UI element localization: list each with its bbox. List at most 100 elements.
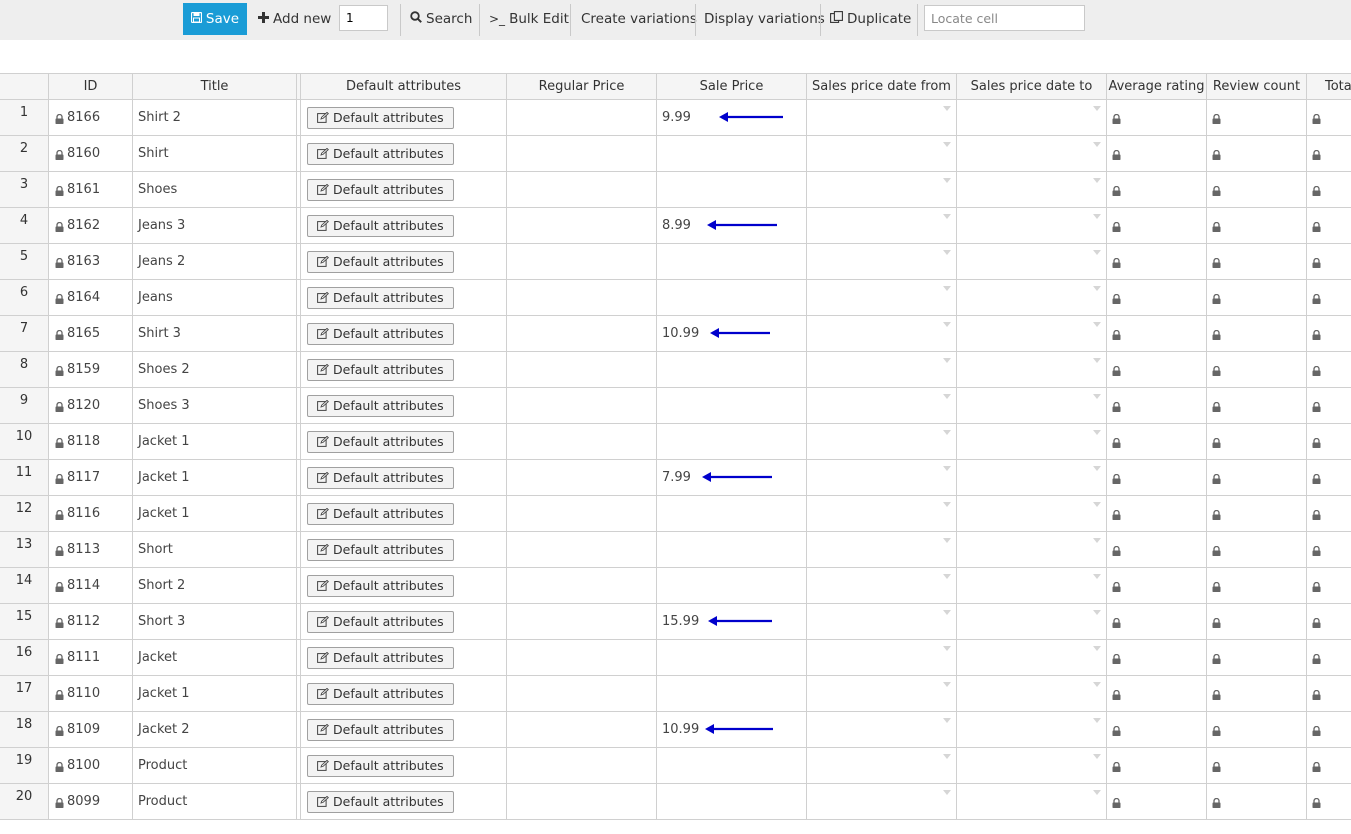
- caret-down-icon[interactable]: [1093, 790, 1101, 795]
- date-from-cell[interactable]: [807, 280, 957, 316]
- save-button[interactable]: Save: [183, 3, 247, 35]
- regular-price-cell[interactable]: [507, 136, 657, 172]
- caret-down-icon[interactable]: [943, 142, 951, 147]
- default-attributes-button[interactable]: Default attributes: [307, 718, 454, 741]
- caret-down-icon[interactable]: [1093, 250, 1101, 255]
- column-header-review-count[interactable]: Review count: [1207, 73, 1307, 100]
- search-button[interactable]: Search: [410, 3, 472, 35]
- regular-price-cell[interactable]: [507, 208, 657, 244]
- duplicate-button[interactable]: Duplicate: [830, 3, 911, 35]
- column-header-default-attributes[interactable]: Default attributes: [301, 73, 507, 100]
- date-from-cell[interactable]: [807, 532, 957, 568]
- sale-price-cell[interactable]: [657, 640, 807, 676]
- caret-down-icon[interactable]: [943, 430, 951, 435]
- date-to-cell[interactable]: [957, 100, 1107, 136]
- date-from-cell[interactable]: [807, 784, 957, 820]
- title-cell[interactable]: Jacket 1: [133, 424, 297, 460]
- date-from-cell[interactable]: [807, 676, 957, 712]
- title-cell[interactable]: Jacket: [133, 640, 297, 676]
- caret-down-icon[interactable]: [943, 250, 951, 255]
- default-attributes-button[interactable]: Default attributes: [307, 430, 454, 453]
- sale-price-cell[interactable]: [657, 244, 807, 280]
- caret-down-icon[interactable]: [943, 178, 951, 183]
- column-header-total[interactable]: Tota: [1307, 73, 1351, 100]
- date-to-cell[interactable]: [957, 640, 1107, 676]
- caret-down-icon[interactable]: [1093, 538, 1101, 543]
- title-cell[interactable]: Shirt 2: [133, 100, 297, 136]
- caret-down-icon[interactable]: [1093, 682, 1101, 687]
- date-from-cell[interactable]: [807, 604, 957, 640]
- caret-down-icon[interactable]: [1093, 574, 1101, 579]
- title-cell[interactable]: Jeans 3: [133, 208, 297, 244]
- caret-down-icon[interactable]: [943, 322, 951, 327]
- regular-price-cell[interactable]: [507, 172, 657, 208]
- default-attributes-button[interactable]: Default attributes: [307, 394, 454, 417]
- column-header-average-rating[interactable]: Average rating: [1107, 73, 1207, 100]
- caret-down-icon[interactable]: [1093, 718, 1101, 723]
- regular-price-cell[interactable]: [507, 316, 657, 352]
- caret-down-icon[interactable]: [1093, 502, 1101, 507]
- date-to-cell[interactable]: [957, 172, 1107, 208]
- caret-down-icon[interactable]: [943, 790, 951, 795]
- date-to-cell[interactable]: [957, 352, 1107, 388]
- caret-down-icon[interactable]: [1093, 322, 1101, 327]
- caret-down-icon[interactable]: [943, 682, 951, 687]
- caret-down-icon[interactable]: [943, 106, 951, 111]
- caret-down-icon[interactable]: [1093, 754, 1101, 759]
- id-cell[interactable]: 8118: [49, 424, 133, 460]
- regular-price-cell[interactable]: [507, 748, 657, 784]
- date-from-cell[interactable]: [807, 712, 957, 748]
- add-new-button[interactable]: Add new: [258, 3, 331, 35]
- regular-price-cell[interactable]: [507, 568, 657, 604]
- regular-price-cell[interactable]: [507, 712, 657, 748]
- default-attributes-button[interactable]: Default attributes: [307, 502, 454, 525]
- caret-down-icon[interactable]: [943, 286, 951, 291]
- default-attributes-button[interactable]: Default attributes: [307, 574, 454, 597]
- default-attributes-button[interactable]: Default attributes: [307, 790, 454, 813]
- regular-price-cell[interactable]: [507, 640, 657, 676]
- date-from-cell[interactable]: [807, 208, 957, 244]
- id-cell[interactable]: 8113: [49, 532, 133, 568]
- default-attributes-button[interactable]: Default attributes: [307, 610, 454, 633]
- title-cell[interactable]: Shoes: [133, 172, 297, 208]
- sale-price-cell[interactable]: [657, 532, 807, 568]
- caret-down-icon[interactable]: [943, 538, 951, 543]
- date-to-cell[interactable]: [957, 712, 1107, 748]
- title-cell[interactable]: Jeans: [133, 280, 297, 316]
- title-cell[interactable]: Jeans 2: [133, 244, 297, 280]
- date-from-cell[interactable]: [807, 100, 957, 136]
- date-from-cell[interactable]: [807, 244, 957, 280]
- column-header-title[interactable]: Title: [133, 73, 297, 100]
- caret-down-icon[interactable]: [1093, 610, 1101, 615]
- date-to-cell[interactable]: [957, 388, 1107, 424]
- regular-price-cell[interactable]: [507, 604, 657, 640]
- caret-down-icon[interactable]: [943, 358, 951, 363]
- id-cell[interactable]: 8162: [49, 208, 133, 244]
- regular-price-cell[interactable]: [507, 784, 657, 820]
- id-cell[interactable]: 8110: [49, 676, 133, 712]
- date-to-cell[interactable]: [957, 460, 1107, 496]
- sale-price-cell[interactable]: [657, 388, 807, 424]
- regular-price-cell[interactable]: [507, 532, 657, 568]
- default-attributes-button[interactable]: Default attributes: [307, 646, 454, 669]
- regular-price-cell[interactable]: [507, 496, 657, 532]
- date-to-cell[interactable]: [957, 208, 1107, 244]
- title-cell[interactable]: Shirt 3: [133, 316, 297, 352]
- title-cell[interactable]: Jacket 1: [133, 676, 297, 712]
- title-cell[interactable]: Shirt: [133, 136, 297, 172]
- sale-price-cell[interactable]: [657, 496, 807, 532]
- id-cell[interactable]: 8165: [49, 316, 133, 352]
- title-cell[interactable]: Short: [133, 532, 297, 568]
- date-to-cell[interactable]: [957, 784, 1107, 820]
- date-to-cell[interactable]: [957, 748, 1107, 784]
- id-cell[interactable]: 8159: [49, 352, 133, 388]
- sale-price-cell[interactable]: [657, 424, 807, 460]
- id-cell[interactable]: 8109: [49, 712, 133, 748]
- date-from-cell[interactable]: [807, 388, 957, 424]
- column-header-date-to[interactable]: Sales price date to: [957, 73, 1107, 100]
- caret-down-icon[interactable]: [943, 646, 951, 651]
- date-from-cell[interactable]: [807, 172, 957, 208]
- date-to-cell[interactable]: [957, 280, 1107, 316]
- date-from-cell[interactable]: [807, 460, 957, 496]
- title-cell[interactable]: Product: [133, 748, 297, 784]
